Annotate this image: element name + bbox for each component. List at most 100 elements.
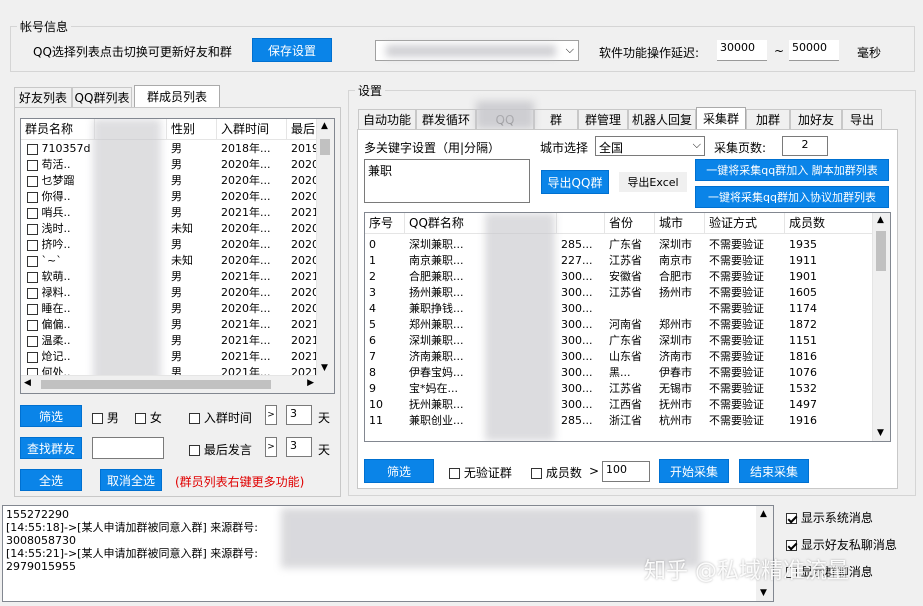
row-checkbox[interactable]	[27, 159, 38, 171]
male-checkbox[interactable]: 男	[92, 409, 119, 426]
join-time-operator[interactable]: >	[265, 405, 277, 425]
export-qq-group-button[interactable]: 导出QQ群	[541, 170, 609, 194]
table-row[interactable]: 炝记.. 男 2021年... 2021	[21, 349, 317, 365]
table-row[interactable]: 2 合肥兼职... 300... 安徽省 合肥市 不需要验证 1901	[365, 269, 873, 285]
stop-collect-button[interactable]: 结束采集	[739, 459, 809, 483]
table-row[interactable]: 乜梦蹓 男 2020年... 2020	[21, 173, 317, 189]
show-system-checkbox[interactable]: 显示系统消息	[786, 509, 873, 526]
table-row[interactable]: 0 深圳兼职... 285... 广东省 深圳市 不需要验证 1935	[365, 237, 873, 253]
female-checkbox[interactable]: 女	[135, 409, 162, 426]
groups-vscroll[interactable]: ▲ ▼	[872, 213, 890, 441]
cancel-select-all-button[interactable]: 取消全选	[100, 469, 162, 491]
member-list-header: 群员名称 性别 入群时间 最后	[21, 119, 334, 140]
tab-group[interactable]: 群	[534, 109, 578, 129]
table-row[interactable]: 6 深圳兼职... 300... 广东省 深圳市 不需要验证 1151	[365, 333, 873, 349]
tab-group-member-list[interactable]: 群成员列表	[134, 85, 220, 107]
show-private-checkbox[interactable]: 显示好友私聊消息	[786, 536, 897, 553]
tab-export[interactable]: 导出	[842, 109, 882, 129]
table-row[interactable]: 温柔.. 男 2021年... 2021	[21, 333, 317, 349]
join-protocol-list-button[interactable]: 一键将采集qq群加入协议加群列表	[695, 186, 889, 208]
no-verify-checkbox[interactable]: 无验证群	[449, 464, 512, 481]
tab-join-group[interactable]: 加群	[746, 109, 790, 129]
join-time-checkbox[interactable]: 入群时间	[189, 409, 252, 426]
col-sex[interactable]: 性别	[167, 119, 217, 139]
last-days-input[interactable]: 3	[286, 437, 312, 457]
table-row[interactable]: 10 抚州兼职... 300... 江西省 抚州市 不需要验证 1497	[365, 397, 873, 413]
table-row[interactable]: 3 扬州兼职... 300... 江苏省 扬州市 不需要验证 1605	[365, 285, 873, 301]
find-member-button[interactable]: 查找群友	[20, 437, 82, 459]
last-speak-checkbox[interactable]: 最后发言	[189, 441, 252, 458]
col-city[interactable]: 城市	[655, 213, 705, 233]
select-all-button[interactable]: 全选	[20, 469, 82, 491]
delay-min-input[interactable]: 30000	[717, 40, 767, 61]
member-list-hscroll[interactable]: ◀ ▶	[21, 375, 317, 393]
table-row[interactable]: `~` 未知 2020年... 2020	[21, 253, 317, 269]
member-count-checkbox[interactable]: 成员数	[531, 464, 582, 481]
row-checkbox[interactable]	[27, 287, 38, 299]
table-row[interactable]: 浅时.. 未知 2020年... 2020	[21, 221, 317, 237]
table-row[interactable]: 1 南京兼职... 227... 江苏省 南京市 不需要验证 1911	[365, 253, 873, 269]
table-row[interactable]: 偏偏.. 男 2021年... 2021	[21, 317, 317, 333]
save-settings-button[interactable]: 保存设置	[252, 38, 332, 62]
delay-max-input[interactable]: 50000	[789, 40, 839, 61]
tab-mass-send-loop[interactable]: 群发循环	[416, 109, 476, 129]
row-checkbox[interactable]	[27, 239, 38, 251]
export-excel-button[interactable]: 导出Excel	[619, 172, 687, 192]
tab-friend-list[interactable]: 好友列表	[14, 87, 72, 107]
row-checkbox[interactable]	[27, 191, 38, 203]
tab-qq-group-list[interactable]: QQ群列表	[72, 87, 132, 107]
col-index[interactable]: 序号	[365, 213, 405, 233]
start-collect-button[interactable]: 开始采集	[659, 459, 729, 483]
find-member-input[interactable]	[92, 437, 164, 459]
col-join-time[interactable]: 入群时间	[217, 119, 287, 139]
row-checkbox[interactable]	[27, 303, 38, 315]
member-list-vscroll[interactable]: ▲ ▼	[316, 119, 334, 393]
group-prov: 浙江省	[609, 414, 642, 427]
col-member-name[interactable]: 群员名称	[21, 119, 95, 139]
tab-add-friend[interactable]: 加好友	[790, 109, 842, 129]
table-row[interactable]: 11 兼职创业... 285... 浙江省 杭州市 不需要验证 1916	[365, 413, 873, 429]
table-row[interactable]: 4 兼职挣钱... 300... 不需要验证 1174	[365, 301, 873, 317]
table-row[interactable]: 7 济南兼职... 300... 山东省 济南市 不需要验证 1816	[365, 349, 873, 365]
tab-collect-groups[interactable]: 采集群	[696, 107, 746, 129]
row-checkbox[interactable]	[27, 207, 38, 219]
row-checkbox[interactable]	[27, 143, 38, 155]
table-row[interactable]: 9 宝*妈在... 300... 江苏省 无锡市 不需要验证 1532	[365, 381, 873, 397]
table-row[interactable]: 挤吟.. 男 2020年... 2020	[21, 237, 317, 253]
col-group-number[interactable]	[557, 213, 605, 233]
qq-account-select[interactable]: ⌵	[375, 40, 579, 61]
col-verify[interactable]: 验证方式	[705, 213, 785, 233]
table-row[interactable]: 睡在.. 男 2020年... 2020	[21, 301, 317, 317]
last-speak-operator[interactable]: >	[265, 437, 277, 457]
row-checkbox[interactable]	[27, 271, 38, 283]
tab-auto-functions[interactable]: 自动功能	[358, 109, 416, 129]
row-checkbox[interactable]	[27, 351, 38, 363]
table-row[interactable]: 5 郑州兼职... 300... 河南省 郑州市 不需要验证 1872	[365, 317, 873, 333]
row-checkbox[interactable]	[27, 335, 38, 347]
row-checkbox[interactable]	[27, 223, 38, 235]
pages-input[interactable]: 2	[782, 136, 828, 156]
member-count-input[interactable]: 100	[602, 461, 650, 482]
collected-groups-grid[interactable]: 序号 QQ群名称 省份 城市 验证方式 成员数 0 深圳兼职... 285... 广东…	[364, 212, 891, 442]
row-checkbox[interactable]	[27, 175, 38, 187]
city-select[interactable]: 全国 ⌵	[595, 136, 705, 156]
join-days-input[interactable]: 3	[286, 405, 312, 425]
row-checkbox[interactable]	[27, 319, 38, 331]
table-row[interactable]: 禄料.. 男 2020年... 2020	[21, 285, 317, 301]
row-checkbox[interactable]	[27, 255, 38, 267]
table-row[interactable]: 8 伊春宝妈... 300... 黑... 伊春市 不需要验证 1076	[365, 365, 873, 381]
join-script-list-button[interactable]: 一键将采集qq群加入 脚本加群列表	[695, 159, 889, 181]
col-province[interactable]: 省份	[605, 213, 655, 233]
tab-bot-reply[interactable]: 机器人回复	[628, 109, 696, 129]
table-row[interactable]: 苟活.. 男 2020年... 2020	[21, 157, 317, 173]
member-list-grid[interactable]: 群员名称 性别 入群时间 最后 710357d 男 2018年... 2019 苟活.…	[20, 118, 335, 394]
table-row[interactable]: 哨兵.. 男 2021年... 2021	[21, 205, 317, 221]
table-row[interactable]: 你得.. 男 2020年... 2020	[21, 189, 317, 205]
tab-group-management[interactable]: 群管理	[578, 109, 628, 129]
col-member-count[interactable]: 成员数	[785, 213, 875, 233]
table-row[interactable]: 710357d 男 2018年... 2019	[21, 141, 317, 157]
keyword-textarea[interactable]: 兼职	[364, 159, 530, 203]
member-filter-button[interactable]: 筛选	[20, 405, 82, 427]
group-filter-button[interactable]: 筛选	[364, 459, 434, 483]
table-row[interactable]: 软萌.. 男 2021年... 2021	[21, 269, 317, 285]
